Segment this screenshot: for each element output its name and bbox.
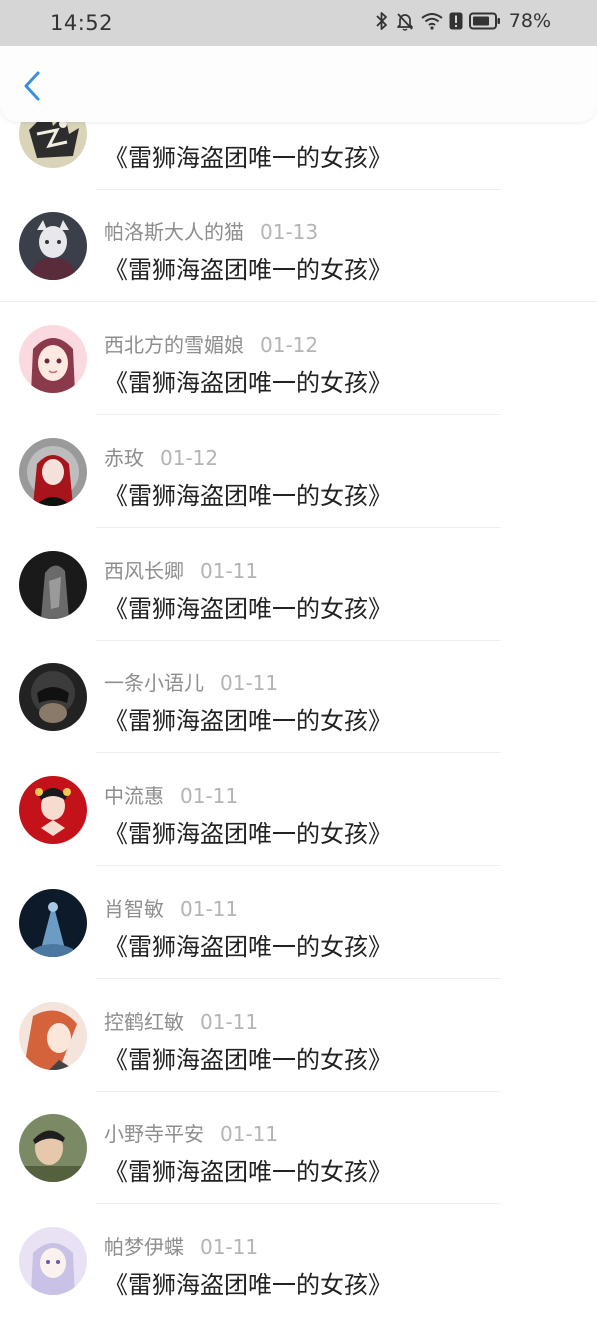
divider xyxy=(96,527,501,528)
comment-text: 《雷狮海盗团唯一的女孩》 xyxy=(104,1271,392,1299)
comment-meta: 中流惠 01-11 xyxy=(104,780,238,809)
comment-meta: 肖智敏 01-11 xyxy=(104,893,238,922)
avatar xyxy=(19,551,87,619)
comment-text: 《雷狮海盗团唯一的女孩》 xyxy=(104,1046,392,1074)
divider xyxy=(0,301,597,302)
divider xyxy=(96,414,501,415)
app-header xyxy=(0,46,597,122)
username[interactable]: 中流惠 xyxy=(104,784,164,808)
battery-percentage: 78% xyxy=(508,10,551,32)
status-time: 14:52 xyxy=(50,11,114,35)
comment-date: 01-11 xyxy=(220,1122,279,1146)
comment-text: 《雷狮海盗团唯一的女孩》 xyxy=(104,933,392,961)
comment-date: 01-11 xyxy=(180,784,239,808)
username[interactable]: 一条小语儿 xyxy=(104,671,204,695)
comment-meta: 小野寺平安 01-11 xyxy=(104,1118,278,1147)
comment-meta: 一条小语儿 01-11 xyxy=(104,667,278,696)
comment-date: 01-13 xyxy=(260,220,319,244)
mute-icon xyxy=(395,11,415,31)
username[interactable]: 控鹤红敏 xyxy=(104,1010,184,1034)
divider xyxy=(96,752,501,753)
comment-row[interactable]: 一条小语儿 01-11 《雷狮海盗团唯一的女孩》 xyxy=(0,641,597,753)
divider xyxy=(96,1203,501,1204)
comment-meta: 西北方的雪媚娘 01-12 xyxy=(104,329,318,358)
comment-meta: 控鹤红敏 01-11 xyxy=(104,1006,258,1035)
comment-text: 《雷狮海盗团唯一的女孩》 xyxy=(104,1158,392,1186)
username[interactable]: 帕梦伊蝶 xyxy=(104,1235,184,1259)
comment-row[interactable]: 中流惠 01-11 《雷狮海盗团唯一的女孩》 xyxy=(0,754,597,866)
comment-text: 《雷狮海盗团唯一的女孩》 xyxy=(104,256,392,284)
wifi-icon xyxy=(421,12,443,30)
comment-row[interactable]: 帕洛斯大人的猫 01-13 《雷狮海盗团唯一的女孩》 xyxy=(0,190,597,302)
comment-text: 《雷狮海盗团唯一的女孩》 xyxy=(104,820,392,848)
comment-row[interactable]: 赤玫 01-12 《雷狮海盗团唯一的女孩》 xyxy=(0,416,597,528)
comment-date: 01-11 xyxy=(200,559,259,583)
comment-text: 《雷狮海盗团唯一的女孩》 xyxy=(104,369,392,397)
comment-text: 《雷狮海盗团唯一的女孩》 xyxy=(104,144,392,172)
avatar xyxy=(19,663,87,731)
bluetooth-icon xyxy=(375,11,389,31)
status-icons: 78% xyxy=(375,10,551,32)
avatar xyxy=(19,212,87,280)
comment-meta: 帕洛斯大人的猫 01-13 xyxy=(104,216,318,245)
comment-text: 《雷狮海盗团唯一的女孩》 xyxy=(104,482,392,510)
avatar xyxy=(19,438,87,506)
comment-meta: 西风长卿 01-11 xyxy=(104,555,258,584)
username[interactable]: 西北方的雪媚娘 xyxy=(104,333,244,357)
comment-row[interactable]: 小野寺平安 01-11 《雷狮海盗团唯一的女孩》 xyxy=(0,1092,597,1204)
avatar xyxy=(19,1002,87,1070)
comment-row[interactable]: 西风长卿 01-11 《雷狮海盗团唯一的女孩》 xyxy=(0,529,597,641)
back-button[interactable] xyxy=(14,66,50,106)
comment-meta: 赤玫 01-12 xyxy=(104,442,218,471)
divider xyxy=(96,978,501,979)
comment-date: 01-12 xyxy=(160,446,219,470)
comment-meta: 帕梦伊蝶 01-11 xyxy=(104,1231,258,1260)
avatar xyxy=(19,889,87,957)
comment-date: 01-11 xyxy=(220,671,279,695)
comment-date: 01-11 xyxy=(200,1010,259,1034)
alert-icon xyxy=(449,12,463,30)
comment-text: 《雷狮海盗团唯一的女孩》 xyxy=(104,707,392,735)
username[interactable]: 西风长卿 xyxy=(104,559,184,583)
comment-date: 01-12 xyxy=(260,333,319,357)
chevron-left-icon xyxy=(24,71,40,101)
comment-row[interactable]: 西北方的雪媚娘 01-12 《雷狮海盗团唯一的女孩》 xyxy=(0,303,597,415)
comment-row[interactable]: 帕梦伊蝶 01-11 《雷狮海盗团唯一的女孩》 xyxy=(0,1205,597,1317)
username[interactable]: 赤玫 xyxy=(104,446,144,470)
comment-text: 《雷狮海盗团唯一的女孩》 xyxy=(104,595,392,623)
username[interactable]: 小野寺平安 xyxy=(104,1122,204,1146)
comment-date: 01-11 xyxy=(180,897,239,921)
avatar xyxy=(19,325,87,393)
username[interactable]: 帕洛斯大人的猫 xyxy=(104,220,244,244)
avatar xyxy=(19,776,87,844)
status-bar: 14:52 78% xyxy=(0,0,597,46)
battery-icon xyxy=(468,12,501,30)
avatar xyxy=(19,1114,87,1182)
comment-date: 01-11 xyxy=(200,1235,259,1259)
comment-row[interactable]: 控鹤红敏 01-11 《雷狮海盗团唯一的女孩》 xyxy=(0,980,597,1092)
username[interactable]: 肖智敏 xyxy=(104,897,164,921)
avatar xyxy=(19,1227,87,1295)
comment-row[interactable]: 肖智敏 01-11 《雷狮海盗团唯一的女孩》 xyxy=(0,867,597,979)
divider xyxy=(96,865,501,866)
